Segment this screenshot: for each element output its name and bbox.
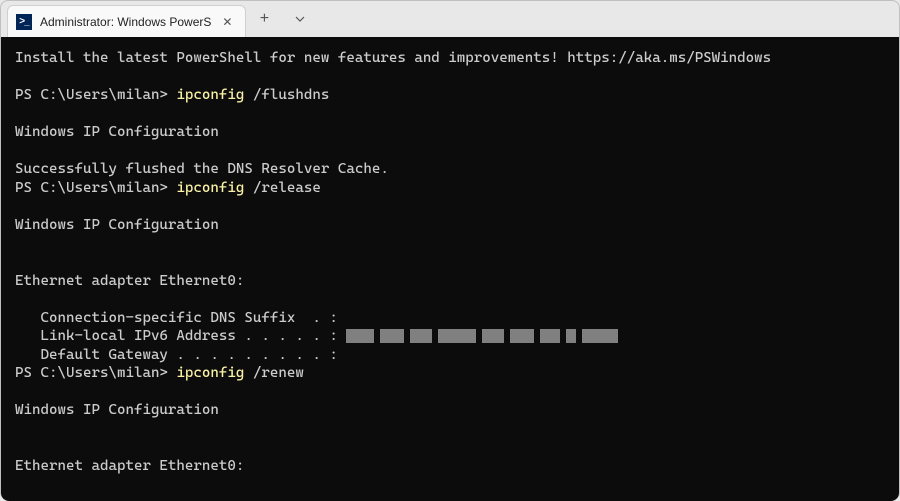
prompt-line-1: PS C:\Users\milan> ipconfig /flushdns [15,86,885,105]
redacted-segment [410,329,432,343]
redacted-segment [540,329,560,343]
adapter-header-2: Ethernet adapter Ethernet0: [15,457,885,476]
redacted-segment [346,329,374,343]
banner-line: Install the latest PowerShell for new fe… [15,49,885,68]
chevron-down-icon [295,16,305,22]
adapter-header-1: Ethernet adapter Ethernet0: [15,272,885,291]
redacted-segment [566,329,576,343]
powershell-icon [16,14,32,30]
default-gateway-line: Default Gateway . . . . . . . . . : [15,346,885,365]
terminal-output[interactable]: Install the latest PowerShell for new fe… [1,37,899,501]
redacted-segment [380,329,404,343]
redacted-segment [482,329,504,343]
tab-dropdown-button[interactable] [282,1,318,37]
prompt-line-3: PS C:\Users\milan> ipconfig /renew [15,364,885,383]
link-local-ipv6-line: Link-local IPv6 Address . . . . . : [15,327,885,346]
tab-powershell-admin[interactable]: Administrator: Windows PowerS ✕ [7,5,246,37]
ipconfig-header-2: Windows IP Configuration [15,216,885,235]
ipconfig-header-1: Windows IP Configuration [15,123,885,142]
close-tab-button[interactable]: ✕ [219,14,235,30]
redacted-segment [582,329,618,343]
new-tab-button[interactable]: + [246,1,282,37]
flush-success-line: Successfully flushed the DNS Resolver Ca… [15,160,885,179]
ipconfig-header-3: Windows IP Configuration [15,401,885,420]
window-titlebar: Administrator: Windows PowerS ✕ + [1,1,899,37]
redacted-segment [438,329,476,343]
redacted-segment [510,329,534,343]
tab-title: Administrator: Windows PowerS [40,15,211,29]
dns-suffix-line: Connection-specific DNS Suffix . : [15,309,885,328]
prompt-line-2: PS C:\Users\milan> ipconfig /release [15,179,885,198]
